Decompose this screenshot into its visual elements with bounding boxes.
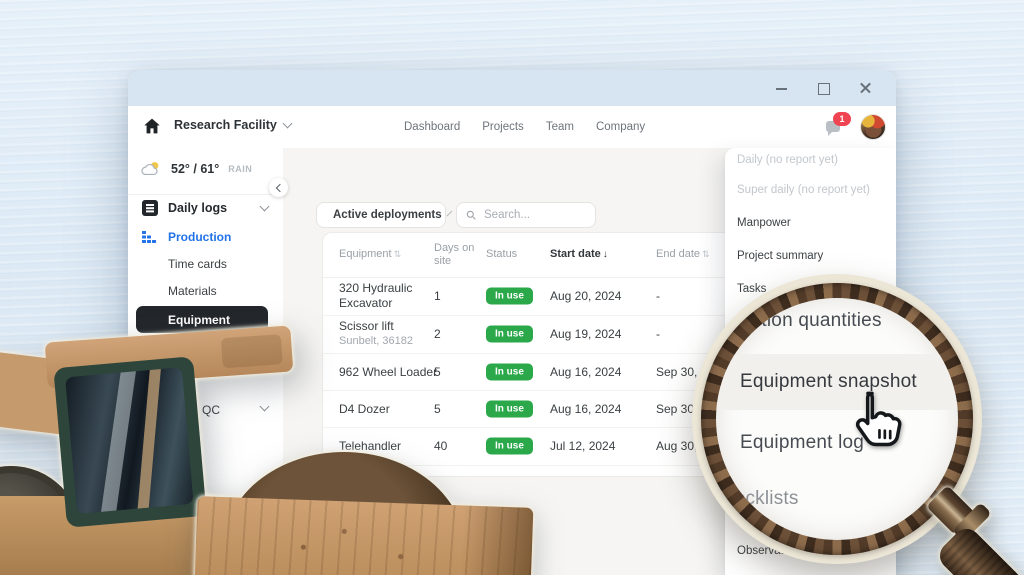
column-status[interactable]: Status: [486, 248, 517, 260]
cell-days: 40: [434, 439, 448, 453]
chevron-left-icon: [275, 183, 284, 192]
daily-logs-icon: [142, 200, 158, 216]
nav-projects[interactable]: Projects: [482, 121, 524, 133]
search-box: [456, 202, 596, 228]
cell-days: 5: [434, 401, 441, 416]
header-actions: 1: [826, 106, 886, 148]
weather-condition: RAIN: [228, 163, 253, 174]
cell-equipment: Telehandler: [339, 439, 402, 453]
notification-badge: 1: [833, 112, 851, 126]
minimize-button[interactable]: [774, 80, 790, 96]
weather-temperature: 52° / 61°: [171, 161, 220, 176]
sort-icon: ⇅: [393, 249, 402, 259]
sort-desc-icon: ↓: [602, 249, 608, 260]
weather-icon: [141, 162, 159, 176]
sidebar-item-materials[interactable]: Materials: [128, 279, 283, 303]
cell-equipment: D4 Dozer: [339, 401, 390, 416]
cell-start-date: Jul 12, 2024: [550, 439, 616, 453]
menu-item-daily[interactable]: Daily (no report yet): [725, 148, 896, 172]
menu-item-super-daily[interactable]: Super daily (no report yet): [725, 178, 896, 202]
notifications-button[interactable]: 1: [826, 112, 851, 136]
cell-days: 5: [434, 364, 441, 379]
status-badge: In use: [486, 325, 533, 343]
maximize-button[interactable]: [816, 80, 832, 96]
close-button[interactable]: [858, 80, 874, 96]
magnifier-lens: Production quantities Equipment snapshot…: [716, 298, 958, 540]
home-icon: [144, 118, 160, 134]
wooden-roller-cutout: [194, 452, 534, 575]
maximize-icon: [818, 83, 830, 95]
filter-label: Active deployments: [333, 209, 442, 221]
cell-equipment-sub: Sunbelt, 36182: [339, 335, 414, 348]
magnified-menu-item-production-quantities: Production quantities: [716, 310, 882, 331]
nav-dashboard[interactable]: Dashboard: [404, 121, 460, 133]
user-avatar[interactable]: [860, 114, 886, 140]
status-badge: In use: [486, 287, 533, 305]
loader-cab-glass: [65, 367, 194, 514]
cell-start-date: Aug 20, 2024: [550, 289, 622, 303]
cell-start-date: Aug 16, 2024: [550, 401, 622, 416]
sidebar-collapse-button[interactable]: [269, 178, 288, 197]
cell-end-date: -: [656, 289, 660, 303]
sort-icon: ⇅: [702, 249, 710, 259]
magnified-menu-item-checklists: Checklists: [716, 488, 799, 509]
divider: [128, 194, 283, 195]
sidebar-section-daily-logs[interactable]: Daily logs: [128, 196, 283, 220]
cell-equipment: 320 Hydraulic Excavator: [339, 281, 413, 310]
home-button[interactable]: [142, 116, 164, 138]
cell-days: 1: [434, 289, 441, 303]
loader-cab: [53, 356, 207, 528]
cell-equipment: Scissor lift Sunbelt, 36182: [339, 319, 435, 349]
column-days-on-site[interactable]: Days on site: [434, 242, 482, 268]
production-icon: [142, 231, 156, 243]
cell-equipment: 962 Wheel Loader: [339, 364, 438, 379]
chevron-down-icon: [282, 118, 293, 129]
nav-team[interactable]: Team: [546, 121, 574, 133]
magnifying-glass: Production quantities Equipment snapshot…: [690, 270, 1024, 575]
nav-company[interactable]: Company: [596, 121, 645, 133]
sidebar-section-label: Daily logs: [168, 201, 228, 215]
search-icon: [466, 210, 476, 220]
search-input[interactable]: [482, 208, 586, 222]
column-equipment[interactable]: Equipment ⇅: [339, 248, 401, 260]
hand-pointer-cursor-icon: [855, 391, 902, 447]
project-name: Research Facility: [174, 118, 277, 132]
status-badge: In use: [486, 363, 533, 380]
top-navigation: Dashboard Projects Team Company: [404, 106, 645, 148]
sidebar-item-production[interactable]: Production: [128, 225, 283, 249]
desktop-background: Research Facility Dashboard Projects Tea…: [0, 0, 1024, 575]
menu-item-project-summary[interactable]: Project summary: [725, 244, 896, 268]
cell-start-date: Aug 19, 2024: [550, 327, 622, 341]
wooden-plank: [194, 496, 534, 575]
window-titlebar: [128, 70, 896, 106]
column-end-date[interactable]: End date ⇅: [656, 248, 710, 260]
status-badge: In use: [486, 400, 533, 417]
magnifier-handle: [926, 484, 1024, 575]
cell-days: 2: [434, 327, 441, 341]
menu-item-manpower[interactable]: Manpower: [725, 211, 896, 235]
sidebar-item-time-cards[interactable]: Time cards: [128, 252, 283, 276]
app-header: Research Facility Dashboard Projects Tea…: [128, 106, 896, 149]
cell-end-date: -: [656, 327, 660, 341]
column-start-date[interactable]: Start date ↓: [550, 248, 608, 260]
minimize-icon: [776, 88, 787, 90]
weather-widget: 52° / 61° RAIN: [140, 160, 252, 177]
project-switcher[interactable]: Research Facility: [174, 118, 293, 132]
deployment-filter-select[interactable]: Active deployments: [316, 202, 452, 228]
cell-start-date: Aug 16, 2024: [550, 364, 622, 379]
chevron-down-icon: [259, 201, 270, 212]
chevron-down-icon: [446, 210, 452, 217]
